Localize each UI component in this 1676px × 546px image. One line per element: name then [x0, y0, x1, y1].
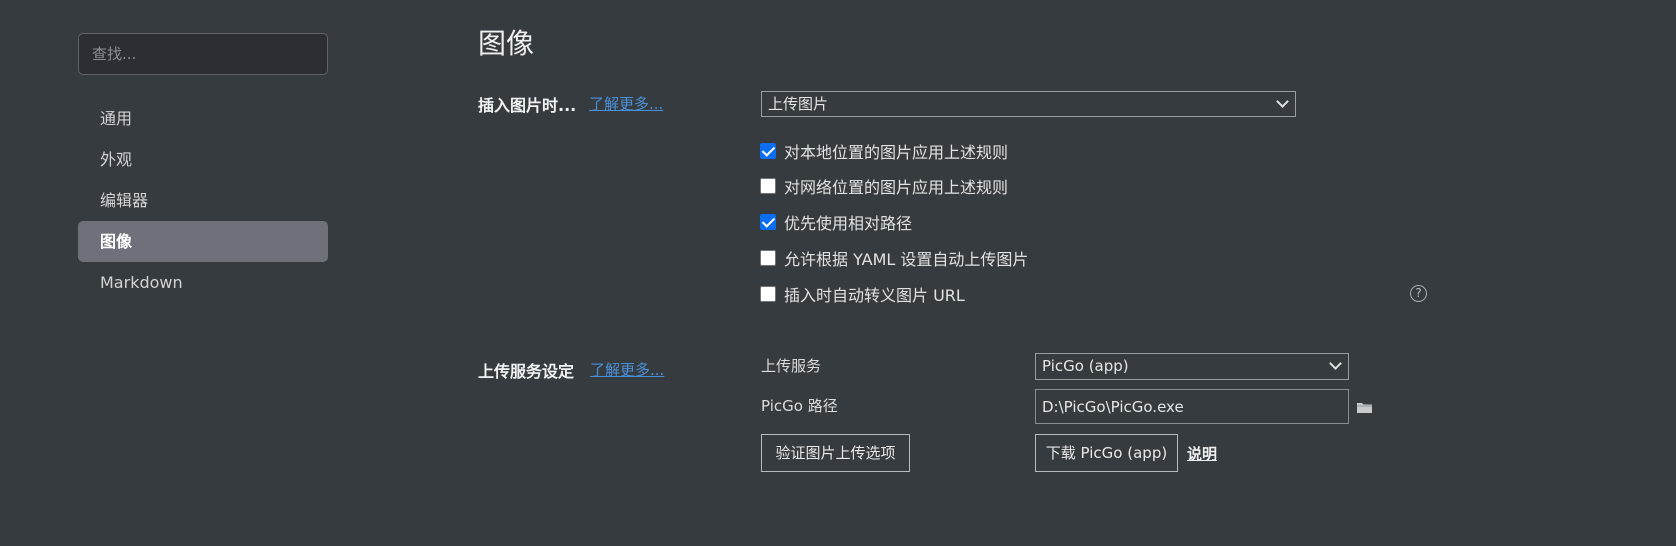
apply-network-checkbox[interactable]	[760, 178, 776, 194]
upload-learn-more-link[interactable]: 了解更多...	[590, 359, 664, 380]
picgo-path-label: PicGo 路径	[761, 397, 838, 415]
search-input[interactable]	[78, 33, 328, 75]
verify-upload-button[interactable]: 验证图片上传选项	[761, 434, 910, 472]
insert-action-select-value: 上传图片	[768, 95, 829, 113]
sidebar-item-markdown[interactable]: Markdown	[78, 262, 328, 303]
sidebar-item-editor[interactable]: 编辑器	[78, 180, 328, 221]
checkbox-row-network: 对网络位置的图片应用上述规则	[760, 175, 1008, 197]
yaml-auto-upload-label: 允许根据 YAML 设置自动上传图片	[784, 250, 1029, 269]
chevron-down-icon	[1329, 357, 1342, 370]
insert-action-select[interactable]: 上传图片	[761, 91, 1296, 117]
chevron-down-icon	[1276, 95, 1289, 108]
sidebar-item-appearance[interactable]: 外观	[78, 139, 328, 180]
upload-service-label: 上传服务	[761, 357, 822, 375]
apply-local-label: 对本地位置的图片应用上述规则	[784, 143, 1009, 162]
question-circle-icon[interactable]: ?	[1410, 285, 1427, 302]
escape-url-checkbox[interactable]	[760, 286, 776, 302]
sidebar-item-general[interactable]: 通用	[78, 98, 328, 139]
sidebar-item-image[interactable]: 图像	[78, 221, 328, 262]
checkbox-row-yaml: 允许根据 YAML 设置自动上传图片	[760, 247, 1028, 269]
download-picgo-button[interactable]: 下载 PicGo (app)	[1035, 434, 1178, 472]
upload-service-select[interactable]: PicGo (app)	[1035, 353, 1349, 380]
picgo-path-input[interactable]	[1035, 389, 1349, 424]
page-title: 图像	[478, 27, 535, 60]
yaml-auto-upload-checkbox[interactable]	[760, 250, 776, 266]
apply-network-label: 对网络位置的图片应用上述规则	[784, 178, 1009, 197]
apply-local-checkbox[interactable]	[760, 143, 776, 159]
sidebar-nav: 通用 外观 编辑器 图像 Markdown	[78, 98, 328, 303]
prefer-relative-checkbox[interactable]	[760, 214, 776, 230]
prefer-relative-label: 优先使用相对路径	[784, 214, 913, 233]
upload-service-section-label: 上传服务设定	[478, 362, 575, 381]
checkbox-row-relative: 优先使用相对路径	[760, 211, 912, 233]
upload-service-select-value: PicGo (app)	[1042, 357, 1129, 375]
explain-link[interactable]: 说明	[1187, 443, 1217, 464]
preferences-window: 通用 外观 编辑器 图像 Markdown 图像 插入图片时... 了解更多..…	[0, 0, 1676, 546]
insert-image-section-label: 插入图片时...	[478, 96, 577, 115]
checkbox-row-escape: 插入时自动转义图片 URL	[760, 283, 965, 305]
checkbox-row-local: 对本地位置的图片应用上述规则	[760, 140, 1008, 162]
escape-url-label: 插入时自动转义图片 URL	[784, 286, 965, 305]
folder-icon[interactable]	[1357, 402, 1372, 413]
insert-learn-more-link[interactable]: 了解更多...	[589, 93, 663, 114]
